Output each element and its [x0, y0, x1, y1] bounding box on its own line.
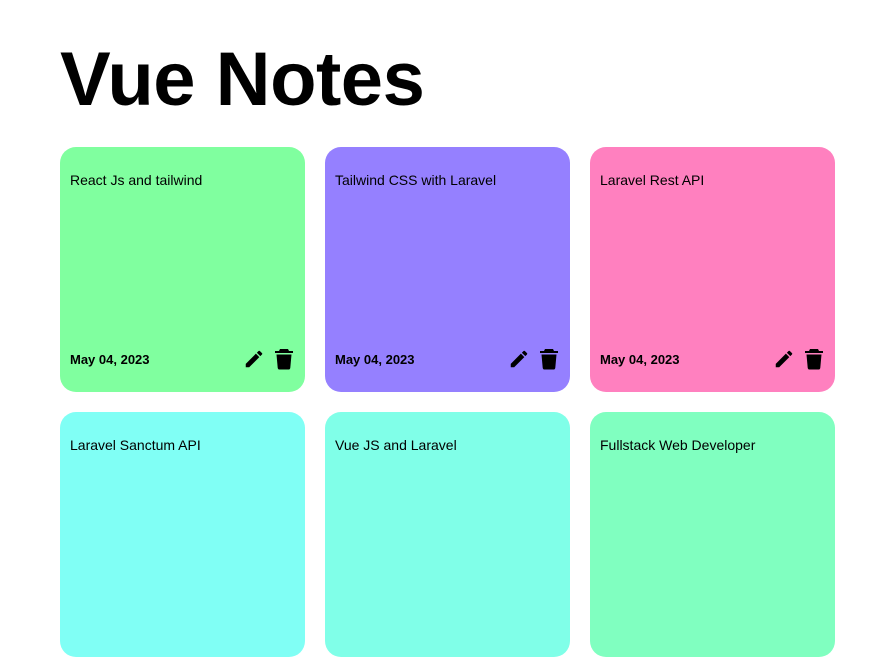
note-card[interactable]: Tailwind CSS with Laravel May 04, 2023: [325, 147, 570, 392]
note-text: Laravel Rest API: [600, 172, 705, 188]
note-card[interactable]: React Js and tailwind May 04, 2023: [60, 147, 305, 392]
trash-icon[interactable]: [803, 348, 825, 370]
trash-icon[interactable]: [538, 348, 560, 370]
note-card[interactable]: Laravel Rest API May 04, 2023: [590, 147, 835, 392]
note-card[interactable]: Fullstack Web Developer: [590, 412, 835, 657]
note-footer: May 04, 2023: [70, 346, 295, 372]
notes-grid: React Js and tailwind May 04, 2023 Tailw…: [60, 147, 835, 657]
note-card[interactable]: Vue JS and Laravel: [325, 412, 570, 657]
note-actions: [773, 348, 825, 370]
pencil-icon[interactable]: [243, 348, 265, 370]
note-actions: [243, 348, 295, 370]
note-text: Vue JS and Laravel: [335, 437, 457, 453]
pencil-icon[interactable]: [508, 348, 530, 370]
trash-icon[interactable]: [273, 348, 295, 370]
note-actions: [508, 348, 560, 370]
note-date: May 04, 2023: [335, 351, 415, 367]
note-footer: May 04, 2023: [600, 346, 825, 372]
pencil-icon[interactable]: [773, 348, 795, 370]
note-text: Laravel Sanctum API: [70, 437, 201, 453]
note-text: Fullstack Web Developer: [600, 437, 756, 453]
note-text: Tailwind CSS with Laravel: [335, 172, 497, 188]
page-title: Vue Notes: [60, 37, 425, 122]
note-date: May 04, 2023: [600, 351, 680, 367]
note-date: May 04, 2023: [70, 351, 150, 367]
note-footer: May 04, 2023: [335, 346, 560, 372]
note-card[interactable]: Laravel Sanctum API: [60, 412, 305, 657]
note-text: React Js and tailwind: [70, 172, 203, 188]
